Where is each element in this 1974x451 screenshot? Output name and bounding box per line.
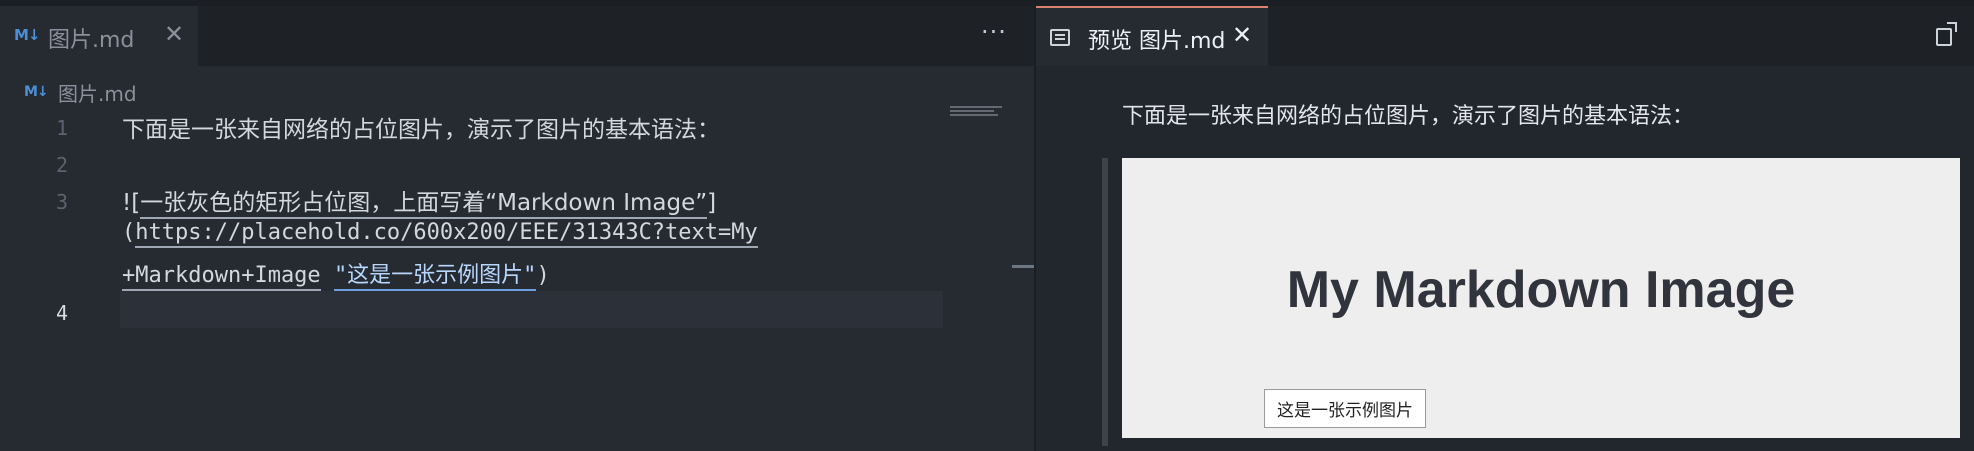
preview-icon xyxy=(1050,29,1070,46)
preview-pane[interactable]: 预览 图片.md ✕ 下面是一张来自网络的占位图片，演示了图片的基本语法： My… xyxy=(1036,6,1974,451)
tab-label: 图片.md xyxy=(48,28,135,53)
line-number: 2 xyxy=(56,153,69,177)
breadcrumb-file-label[interactable]: 图片.md xyxy=(58,78,137,107)
open-source-icon[interactable] xyxy=(1936,22,1957,46)
breadcrumb[interactable]: M↓ 图片.md xyxy=(0,66,1034,106)
editor-pane[interactable]: M↓ 图片.md ✕ ··· M↓ 图片.md 1 2 3 4 下面是一张来自网… xyxy=(0,6,1034,451)
image-title-string: "这是一张示例图片" xyxy=(333,263,537,291)
image-left-bar xyxy=(1102,158,1108,446)
line-number: 3 xyxy=(56,190,69,214)
close-icon[interactable]: ✕ xyxy=(1232,21,1252,49)
paren-open: ( xyxy=(122,220,136,245)
code-line-1[interactable]: 下面是一张来自网络的占位图片，演示了图片的基本语法： xyxy=(122,110,720,144)
markdown-icon: M↓ xyxy=(14,26,40,44)
line-number-active: 4 xyxy=(56,301,69,325)
scroll-position-marker xyxy=(1012,265,1034,268)
placeholder-image[interactable]: My Markdown Image 这是一张示例图片 xyxy=(1122,158,1960,438)
image-url[interactable]: https://placehold.co/600x200/EEE/31343C?… xyxy=(135,220,758,248)
image-alt-text: 一张灰色的矩形占位图，上面写着“Markdown Image” xyxy=(140,190,708,219)
image-syntax-close: ] xyxy=(707,190,717,216)
preview-tab-bar: 预览 图片.md ✕ xyxy=(1036,6,1974,66)
minimap[interactable] xyxy=(950,106,1002,126)
preview-paragraph: 下面是一张来自网络的占位图片，演示了图片的基本语法： xyxy=(1122,104,1695,129)
image-url-continued[interactable]: +Markdown+Image xyxy=(122,263,321,291)
tab-preview[interactable]: 预览 图片.md ✕ xyxy=(1036,6,1268,66)
tab-label: 预览 图片.md xyxy=(1088,29,1226,54)
more-actions-icon[interactable]: ··· xyxy=(981,18,1007,46)
image-syntax-open: ![ xyxy=(122,190,141,216)
paren-close: ) xyxy=(536,263,550,288)
tab-markdown-file[interactable]: M↓ 图片.md ✕ xyxy=(0,6,198,66)
code-line-3-wrap-2[interactable]: +Markdown+Image "这是一张示例图片") xyxy=(122,257,550,291)
image-title-tooltip: 这是一张示例图片 xyxy=(1264,389,1426,428)
editor-tab-bar: M↓ 图片.md ✕ ··· xyxy=(0,6,1034,66)
markdown-icon: M↓ xyxy=(24,84,49,100)
image-caption-text: My Markdown Image xyxy=(1286,261,1796,319)
current-line-highlight xyxy=(120,291,943,328)
close-icon[interactable]: ✕ xyxy=(164,20,184,48)
code-line-3[interactable]: ![一张灰色的矩形占位图，上面写着“Markdown Image”] xyxy=(122,183,717,219)
code-line-3-wrap-1[interactable]: (https://placehold.co/600x200/EEE/31343C… xyxy=(122,220,758,248)
line-number: 1 xyxy=(56,116,69,140)
